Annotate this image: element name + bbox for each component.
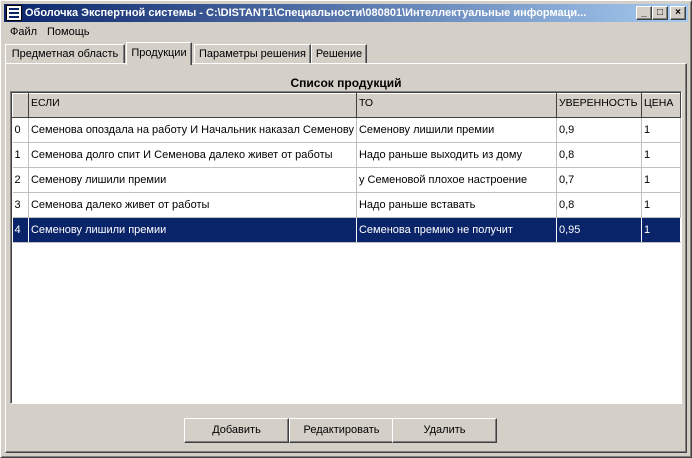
edit-button[interactable]: Редактировать (289, 418, 394, 443)
cell-confidence[interactable]: 0,95 (556, 217, 643, 243)
column-header-cost[interactable]: ЦЕНА (641, 93, 681, 118)
add-button[interactable]: Добавить (184, 418, 289, 443)
productions-grid[interactable]: ЕСЛИ ТО УВЕРЕННОСТЬ ЦЕНА 0 Семенова опоз… (10, 91, 682, 404)
column-header-confidence[interactable]: УВЕРЕННОСТЬ (555, 93, 643, 118)
table-row-selected[interactable]: 4 Семенову лишили премии Семенова премию… (12, 217, 681, 243)
cell-if[interactable]: Семенову лишили премии (28, 217, 357, 243)
column-header-if[interactable]: ЕСЛИ (27, 93, 357, 118)
table-row[interactable]: 3 Семенова далеко живет от работы Надо р… (12, 192, 681, 218)
row-number: 4 (12, 217, 29, 243)
table-row[interactable]: 2 Семенову лишили премии у Семеновой пло… (12, 167, 681, 193)
cell-then[interactable]: у Семеновой плохое настроение (356, 167, 557, 193)
column-header-index (12, 93, 29, 118)
productions-panel: Список продукций ЕСЛИ ТО УВЕРЕННОСТЬ ЦЕН… (5, 63, 687, 453)
cell-if[interactable]: Семенова опоздала на работу И Начальник … (28, 117, 357, 143)
table-header-row: ЕСЛИ ТО УВЕРЕННОСТЬ ЦЕНА (12, 93, 681, 118)
cell-then[interactable]: Семенову лишили премии (356, 117, 557, 143)
productions-table: ЕСЛИ ТО УВЕРЕННОСТЬ ЦЕНА 0 Семенова опоз… (12, 93, 681, 243)
cell-if[interactable]: Семенова далеко живет от работы (28, 192, 357, 218)
panel-title: Список продукций (290, 76, 402, 90)
title-bar[interactable]: Оболочка Экспертной системы - C:\DISTANT… (4, 4, 688, 22)
row-number: 0 (12, 117, 29, 143)
cell-then[interactable]: Семенова премию не получит (356, 217, 557, 243)
cell-cost[interactable]: 1 (641, 167, 681, 193)
menu-file[interactable]: Файл (6, 25, 41, 39)
table-row[interactable]: 1 Семенова долго спит И Семенова далеко … (12, 142, 681, 168)
cell-cost[interactable]: 1 (641, 192, 681, 218)
cell-confidence[interactable]: 0,8 (556, 142, 643, 168)
close-button[interactable]: × (670, 6, 686, 20)
menu-bar: Файл Помощь (4, 23, 688, 41)
row-number: 2 (12, 167, 29, 193)
cell-confidence[interactable]: 0,9 (556, 117, 643, 143)
maximize-button[interactable]: □ (652, 6, 668, 20)
tab-solution-params[interactable]: Параметры решения (194, 44, 311, 64)
main-window: Оболочка Экспертной системы - C:\DISTANT… (0, 0, 692, 458)
tab-subject-area[interactable]: Предметная область (5, 44, 125, 64)
window-title: Оболочка Экспертной системы - C:\DISTANT… (25, 7, 587, 19)
minimize-button[interactable]: _ (636, 6, 652, 20)
cell-if[interactable]: Семенова долго спит И Семенова далеко жи… (28, 142, 357, 168)
cell-cost[interactable]: 1 (641, 142, 681, 168)
row-number: 1 (12, 142, 29, 168)
app-icon (6, 5, 22, 21)
cell-cost[interactable]: 1 (641, 217, 681, 243)
cell-cost[interactable]: 1 (641, 117, 681, 143)
column-header-then[interactable]: ТО (355, 93, 557, 118)
cell-then[interactable]: Надо раньше выходить из дому (356, 142, 557, 168)
table-row[interactable]: 0 Семенова опоздала на работу И Начальни… (12, 117, 681, 143)
cell-confidence[interactable]: 0,7 (556, 167, 643, 193)
tab-productions[interactable]: Продукции (126, 42, 192, 65)
tab-solution[interactable]: Решение (311, 44, 367, 64)
cell-then[interactable]: Надо раньше вставать (356, 192, 557, 218)
menu-help[interactable]: Помощь (43, 25, 94, 39)
row-number: 3 (12, 192, 29, 218)
delete-button[interactable]: Удалить (392, 418, 497, 443)
cell-if[interactable]: Семенову лишили премии (28, 167, 357, 193)
cell-confidence[interactable]: 0,8 (556, 192, 643, 218)
